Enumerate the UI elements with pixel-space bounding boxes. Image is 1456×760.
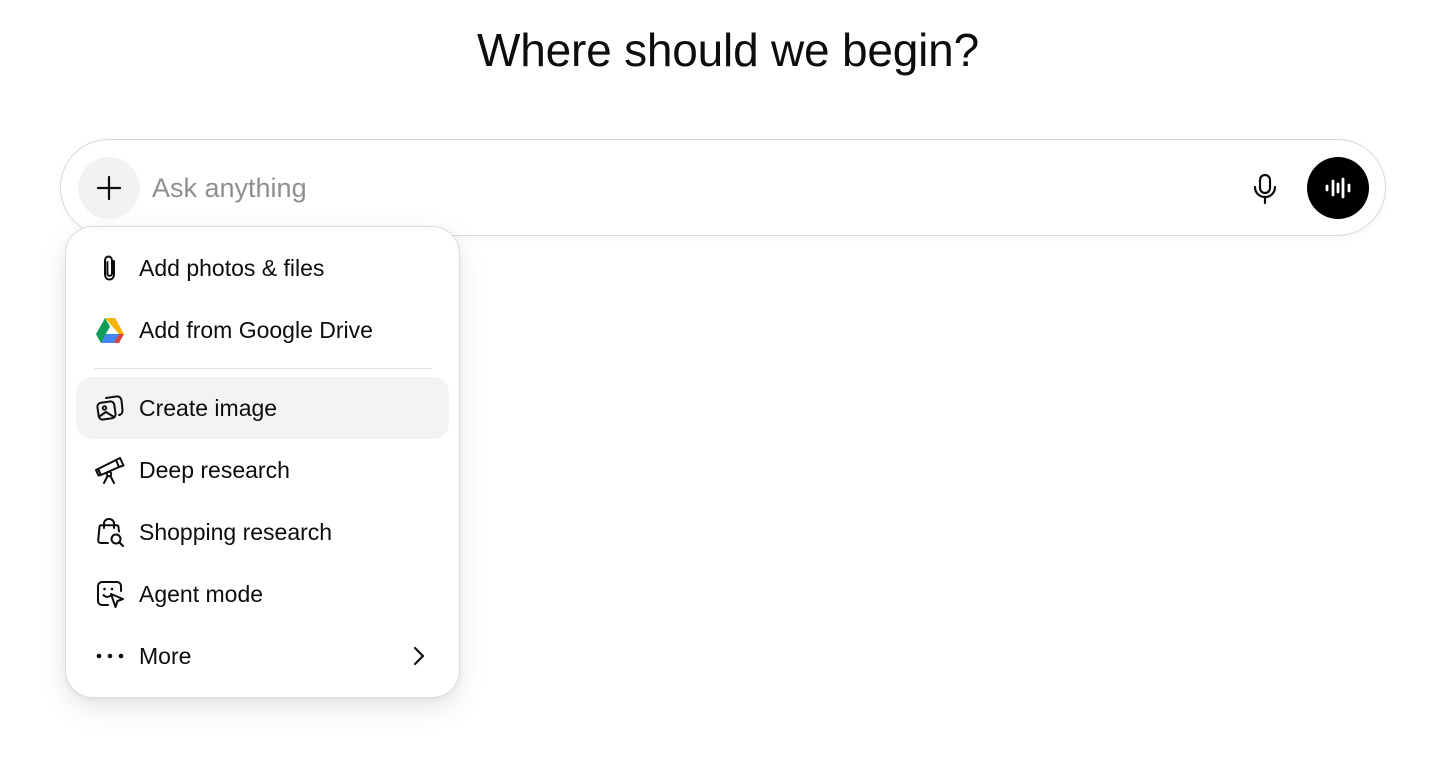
menu-item-create-image[interactable]: Create image [76,377,449,439]
menu-item-label: Add from Google Drive [139,317,373,343]
prompt-composer [60,139,1386,236]
voice-mode-button[interactable] [1307,157,1369,219]
menu-item-agent-mode[interactable]: Agent mode [76,563,449,625]
prompt-input[interactable] [152,164,1212,212]
image-create-icon [94,392,126,424]
menu-item-label: Shopping research [139,519,333,545]
menu-divider [94,368,432,369]
dictate-button[interactable] [1244,168,1286,210]
menu-item-google-drive[interactable]: Add from Google Drive [76,299,449,361]
menu-item-shopping-research[interactable]: Shopping research [76,501,449,563]
menu-item-deep-research[interactable]: Deep research [76,439,449,501]
google-drive-icon [94,314,126,346]
agent-cursor-icon [94,578,126,610]
menu-item-label: Deep research [139,457,290,483]
menu-item-label: Agent mode [139,581,264,607]
menu-item-label: More [139,643,192,669]
microphone-icon [1251,173,1279,205]
ellipsis-icon [94,640,126,672]
add-attachment-button[interactable] [78,157,140,219]
menu-item-label: Create image [139,395,278,421]
menu-item-add-photos-files[interactable]: Add photos & files [76,237,449,299]
paperclip-icon [94,252,126,284]
telescope-icon [94,454,126,486]
plus-icon [94,173,124,203]
menu-item-more[interactable]: More [76,625,449,687]
page-title: Where should we begin? [477,24,979,76]
shopping-bag-search-icon [94,516,126,548]
attachment-menu: Add photos & files Add from Google Drive [65,226,460,698]
chevron-right-icon [407,644,431,668]
voice-waveform-icon [1323,176,1353,200]
menu-item-label: Add photos & files [139,255,325,281]
